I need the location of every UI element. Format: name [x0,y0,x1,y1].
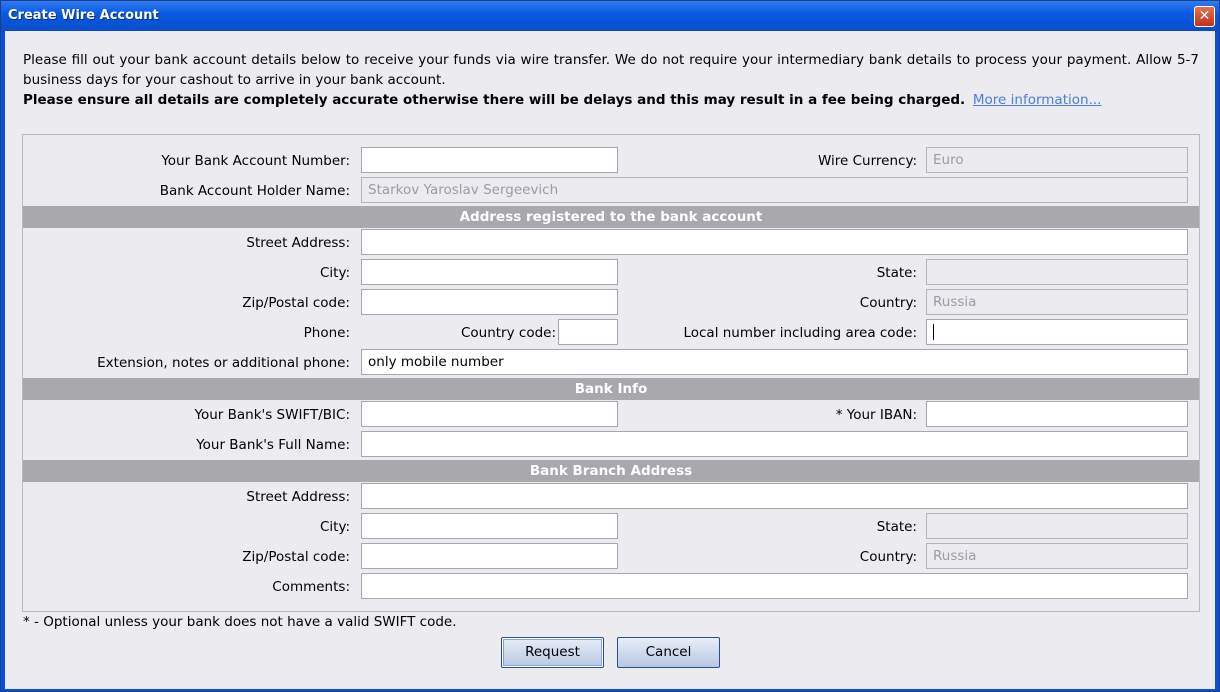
zip-label: Zip/Postal code: [242,295,350,311]
dialog-body: Please fill out your bank account detail… [5,31,1215,689]
holder-name-label: Bank Account Holder Name: [159,183,350,199]
iban-label: * Your IBAN: [835,407,917,423]
state-label: State: [876,265,917,281]
branch-city-input[interactable] [361,513,618,539]
branch-section-header: Bank Branch Address [23,460,1199,482]
swift-label: Your Bank's SWIFT/BIC: [194,407,351,423]
title-bar[interactable]: Create Wire Account ✕ [1,1,1219,31]
close-icon[interactable]: ✕ [1194,6,1215,27]
dialog-window: Create Wire Account ✕ Please fill out yo… [0,0,1220,692]
branch-state-field [926,513,1188,539]
account-number-input[interactable] [361,147,618,173]
branch-street-label: Street Address: [246,489,350,505]
extension-label: Extension, notes or additional phone: [97,355,350,371]
branch-zip-label: Zip/Postal code: [242,549,350,565]
branch-street-input[interactable] [361,483,1188,509]
country-label: Country: [859,295,917,311]
iban-footnote: * - Optional unless your bank does not h… [23,614,457,630]
account-number-label: Your Bank Account Number: [161,153,350,169]
phone-label: Phone: [303,325,350,341]
window-title: Create Wire Account [8,8,159,23]
wire-currency-field: Euro [926,147,1188,173]
bank-info-section-header: Bank Info [23,378,1199,400]
street-address-input[interactable] [361,229,1188,255]
wire-form-panel: Your Bank Account Number: Wire Currency:… [22,134,1200,612]
zip-input[interactable] [361,289,618,315]
country-code-input[interactable] [558,319,618,345]
bank-name-label: Your Bank's Full Name: [196,437,350,453]
city-input[interactable] [361,259,618,285]
local-number-input[interactable] [926,319,1188,345]
branch-city-label: City: [319,519,350,535]
branch-country-field: Russia [926,543,1188,569]
address-section-header: Address registered to the bank account [23,206,1199,228]
wire-currency-label: Wire Currency: [817,153,917,169]
holder-name-field: Starkov Yaroslav Sergeevich [361,177,1188,203]
intro-text: Please fill out your bank account detail… [23,52,1199,88]
accuracy-warning: Please ensure all details are completely… [23,92,1101,108]
swift-input[interactable] [361,401,618,427]
text-caret [933,324,934,340]
request-button[interactable]: Request [501,637,604,668]
country-code-label: Country code: [460,325,556,341]
branch-zip-input[interactable] [361,543,618,569]
more-information-link[interactable]: More information... [973,92,1102,108]
country-field: Russia [926,289,1188,315]
extension-input[interactable]: only mobile number [361,349,1188,375]
accuracy-warning-text: Please ensure all details are completely… [23,92,966,108]
comments-label: Comments: [272,579,350,595]
comments-input[interactable] [361,573,1188,599]
iban-input[interactable] [926,401,1188,427]
cancel-button[interactable]: Cancel [617,637,720,668]
city-label: City: [319,265,350,281]
street-address-label: Street Address: [246,235,350,251]
branch-state-label: State: [876,519,917,535]
bank-name-input[interactable] [361,431,1188,457]
state-field [926,259,1188,285]
local-number-label: Local number including area code: [683,325,917,341]
branch-country-label: Country: [859,549,917,565]
